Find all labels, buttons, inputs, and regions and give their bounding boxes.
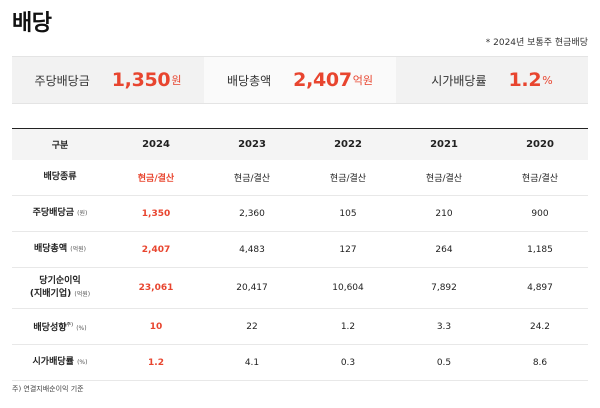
- header-year: 2020: [526, 138, 554, 150]
- table-cell: 105: [339, 208, 357, 219]
- table-cell: 20,417: [236, 283, 268, 293]
- row-unit: (원): [77, 210, 88, 217]
- table-cell: 현금/결산: [521, 173, 559, 184]
- table-cell: 127: [339, 244, 357, 255]
- row-label: 배당성향주) (%): [12, 309, 108, 345]
- summary-total: 배당총액 2,407 억원: [204, 57, 396, 103]
- row-label-text: 시가배당률: [32, 357, 74, 367]
- summary-bar: 주당배당금 1,350 원 배당총액 2,407 억원 시가배당률 1.2 %: [12, 56, 588, 104]
- table-cell: 900: [531, 208, 549, 219]
- table-cell: 7,892: [431, 283, 457, 293]
- row-label-text: 배당성향: [33, 322, 67, 333]
- row-label: 당기순이익 (지배기업) (억원): [12, 268, 108, 309]
- table-cell: 0.5: [436, 357, 452, 368]
- row-label-text: 배당총액: [34, 244, 68, 254]
- summary-label: 시가배당률: [431, 73, 487, 88]
- table-cell: 1,185: [527, 244, 553, 255]
- table-header-row: 구분 2024 2023 2022 2021 2020: [12, 128, 588, 160]
- table-cell: 264: [435, 244, 453, 255]
- table-row: 당기순이익 (지배기업) (억원) 23,061 20,417 10,604 7,…: [12, 268, 588, 309]
- summary-dps: 주당배당금 1,350 원: [12, 57, 204, 103]
- table-row: 주당배당금 (원) 1,350 2,360 105 210 900: [12, 196, 588, 232]
- table-row: 배당총액 (억원) 2,407 4,483 127 264 1,185: [12, 232, 588, 268]
- row-label: 배당총액 (억원): [12, 232, 108, 268]
- table-cell: 4,483: [239, 244, 265, 255]
- row-label: 배당종류: [12, 160, 108, 196]
- row-label: 시가배당률 (%): [12, 345, 108, 381]
- dividend-table: 구분 2024 2023 2022 2021 2020 배당종류 현금/결산 현…: [12, 128, 588, 381]
- table-cell: 1.2: [340, 321, 356, 332]
- row-unit: (%): [76, 324, 87, 332]
- table-row: 배당종류 현금/결산 현금/결산 현금/결산 현금/결산 현금/결산: [12, 160, 588, 196]
- summary-value: 1.2: [508, 69, 542, 91]
- footnote: 주) 연결지배순이익 기준: [12, 385, 84, 393]
- table-cell: 1.2: [148, 357, 164, 368]
- table-cell: 현금/결산: [329, 173, 367, 184]
- table-cell: 10,604: [332, 283, 364, 293]
- table-cell: 210: [435, 208, 453, 219]
- row-label: 주당배당금 (원): [12, 196, 108, 232]
- header-year: 2024: [142, 138, 170, 150]
- table-cell: 0.3: [340, 357, 356, 368]
- table-cell: 현금/결산: [233, 173, 271, 184]
- table-cell: 현금/결산: [137, 173, 175, 184]
- page-title: 배당: [12, 11, 52, 36]
- summary-yield: 시가배당률 1.2 %: [396, 57, 588, 103]
- header-year: 2022: [334, 138, 362, 150]
- row-unit: (억원): [70, 246, 86, 253]
- table-cell: 24.2: [529, 321, 551, 332]
- summary-label: 주당배당금: [34, 73, 90, 88]
- table-cell: 10: [149, 321, 163, 332]
- header-category: 구분: [51, 140, 69, 151]
- header-year: 2023: [238, 138, 266, 150]
- summary-value: 1,350: [111, 69, 171, 91]
- row-footnote-mark: 주): [66, 321, 74, 328]
- table-cell: 4.1: [244, 357, 260, 368]
- table-cell: 8.6: [532, 357, 548, 368]
- table-cell: 22: [246, 321, 258, 332]
- row-unit: (%): [77, 359, 88, 366]
- table-row: 시가배당률 (%) 1.2 4.1 0.3 0.5 8.6: [12, 345, 588, 381]
- row-label-text: 주당배당금: [32, 208, 75, 218]
- table-cell: 2,407: [141, 244, 171, 255]
- table-cell: 1,350: [141, 208, 171, 219]
- row-unit: (억원): [74, 291, 91, 298]
- summary-value: 2,407: [293, 69, 352, 91]
- summary-unit: 원: [171, 74, 182, 87]
- row-label-text-2: (지배기업): [29, 289, 72, 299]
- table-cell: 4,897: [527, 283, 553, 293]
- header-year: 2021: [430, 138, 458, 150]
- table-cell: 23,061: [138, 283, 174, 293]
- table-cell: 2,360: [239, 208, 265, 219]
- summary-label: 배당총액: [226, 73, 272, 88]
- table-row: 배당성향주) (%) 10 22 1.2 3.3 24.2: [12, 309, 588, 345]
- summary-unit: 억원: [352, 74, 374, 87]
- dividend-note: * 2024년 보통주 현금배당: [485, 38, 588, 48]
- table-cell: 현금/결산: [425, 173, 463, 184]
- row-label-text: 배당종류: [43, 171, 77, 182]
- summary-unit: %: [542, 73, 553, 87]
- table-cell: 3.3: [436, 321, 452, 332]
- row-label-text: 당기순이익: [39, 276, 81, 286]
